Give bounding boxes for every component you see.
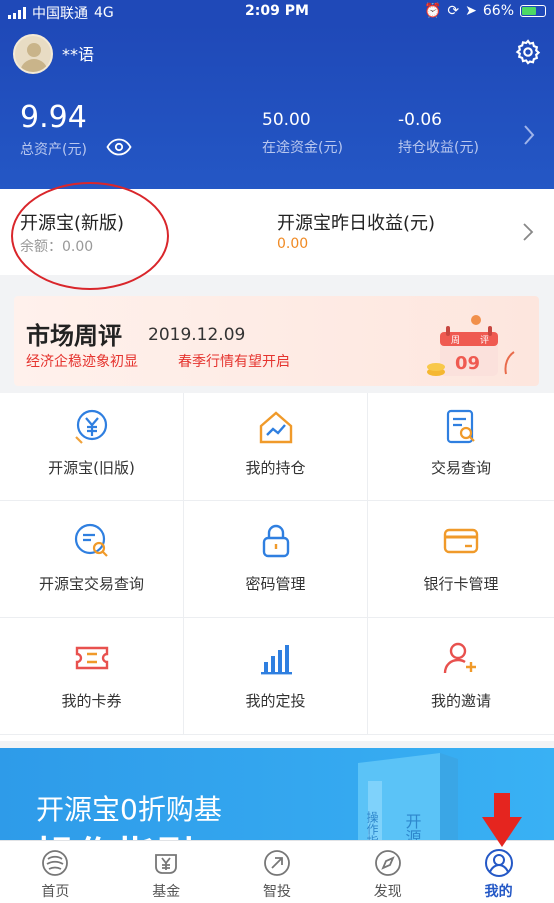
- grid-item-password-management[interactable]: 密码管理: [184, 501, 368, 618]
- grid-item-my-fixed-investment[interactable]: 我的定投: [184, 618, 368, 735]
- fund-icon: [155, 854, 178, 874]
- grid-item-label: 开源宝(旧版): [48, 459, 135, 477]
- calendar-left-text: 周: [451, 335, 460, 346]
- grid-item-label: 密码管理: [245, 575, 306, 593]
- grid-item-kaiyuanbao-old[interactable]: 开源宝(旧版): [0, 393, 184, 501]
- user-icon: [484, 849, 513, 877]
- tab-mine[interactable]: 我的: [443, 841, 554, 903]
- tab-label: 基金: [152, 884, 181, 900]
- account-header: **语 9.94 总资产(元) 50.00 在途资金(元) -0.06 持仓收益…: [0, 24, 554, 189]
- gear-icon[interactable]: [514, 38, 542, 66]
- username[interactable]: **语: [62, 41, 94, 65]
- status-bar: 中国联通 4G 2:09 PM ⏰ ⟳ ➤ 66%: [0, 0, 554, 24]
- tab-smart-invest[interactable]: 智投: [222, 841, 333, 903]
- chevron-right-icon[interactable]: [522, 222, 534, 242]
- yen-shield-icon: [74, 409, 107, 444]
- yesterday-income-value: 0.00: [277, 236, 309, 252]
- eye-icon[interactable]: [106, 137, 132, 157]
- kaiyuanbao-card[interactable]: 开源宝(新版) 余额：0.00 开源宝昨日收益(元) 0.00: [0, 189, 554, 275]
- chevron-right-icon[interactable]: [522, 124, 536, 146]
- grid-item-label: 我的持仓: [245, 459, 306, 477]
- location-icon: ➤: [465, 3, 477, 19]
- grid-item-label: 我的邀请: [430, 692, 491, 710]
- calendar-illustration-icon: 周 评 09: [427, 315, 515, 376]
- tab-label: 智投: [262, 884, 291, 900]
- grid-item-label: 开源宝交易查询: [38, 575, 144, 593]
- banner-subtitle-1: 经济企稳迹象初显: [26, 354, 138, 370]
- grid-item-label: 我的定投: [245, 692, 306, 710]
- kaiyuanbao-title: 开源宝(新版): [20, 213, 125, 234]
- house-chart-icon: [259, 411, 292, 444]
- grid-item-my-invitations[interactable]: 我的邀请: [368, 618, 554, 735]
- promo-banner[interactable]: 开源宝0折购基 操作指引 操作指 开源: [0, 748, 554, 848]
- circle-search-icon: [74, 523, 108, 557]
- tab-label: 我的: [484, 884, 513, 900]
- tab-discover[interactable]: 发现: [332, 841, 443, 903]
- calendar-right-text: 评: [480, 335, 489, 346]
- battery-icon: [520, 5, 546, 17]
- battery-percent: 66%: [482, 3, 514, 19]
- compass-icon: [374, 850, 401, 876]
- tab-fund[interactable]: 基金: [111, 841, 222, 903]
- lock-rotation-icon: ⟳: [447, 3, 460, 19]
- smart-invest-icon: [264, 850, 290, 876]
- grid-item-trade-query[interactable]: 交易查询: [368, 393, 554, 501]
- calendar-day-text: 09: [455, 353, 480, 374]
- lock-icon: [262, 524, 289, 558]
- doc-search-icon: [446, 409, 475, 444]
- alarm-icon: ⏰: [423, 3, 442, 19]
- total-assets-value: 9.94: [20, 100, 87, 135]
- total-assets-label: 总资产(元): [20, 142, 87, 158]
- grid-item-label: 交易查询: [430, 459, 491, 477]
- grid-item-label: 银行卡管理: [423, 575, 499, 593]
- person-plus-icon: [443, 642, 476, 674]
- kaiyuanbao-balance: 余额：0.00: [20, 239, 94, 255]
- in-transit-label: 在途资金(元): [262, 140, 343, 156]
- tab-label: 发现: [373, 884, 402, 900]
- grid-item-bank-card-management[interactable]: 银行卡管理: [368, 501, 554, 618]
- home-logo-icon: [42, 850, 69, 876]
- tab-label: 首页: [41, 884, 70, 900]
- in-transit-value: 50.00: [262, 110, 311, 130]
- grid-item-label: 我的卡券: [61, 692, 122, 710]
- bar-chart-icon: [260, 645, 292, 675]
- holding-income-label: 持仓收益(元): [398, 140, 479, 156]
- grid-item-my-holdings[interactable]: 我的持仓: [184, 393, 368, 501]
- yesterday-income-title: 开源宝昨日收益(元): [277, 213, 436, 234]
- bottom-tab-bar: 首页 基金 智投 发现 我的: [0, 840, 554, 903]
- grid-item-my-coupons[interactable]: 我的卡券: [0, 618, 184, 735]
- ticket-icon: [75, 646, 108, 670]
- banner-subtitle-2: 春季行情有望开启: [178, 354, 290, 370]
- book-illustration-icon: 操作指 开源: [358, 753, 458, 848]
- holding-income-value: -0.06: [398, 110, 442, 130]
- avatar[interactable]: [13, 34, 53, 74]
- banner-title: 市场周评: [26, 322, 122, 350]
- tab-home[interactable]: 首页: [0, 841, 111, 903]
- grid-item-kaiyuanbao-trade-query[interactable]: 开源宝交易查询: [0, 501, 184, 618]
- feature-grid: 开源宝(旧版) 我的持仓 交易查询 开源宝交易查询 密码管理 银行卡管理 我的卡…: [0, 393, 554, 741]
- banner-date: 2019.12.09: [148, 325, 246, 345]
- promo-line-1: 开源宝0折购基: [36, 793, 222, 826]
- market-review-banner[interactable]: 市场周评 2019.12.09 经济企稳迹象初显 春季行情有望开启 周 评 09: [14, 296, 539, 386]
- card-icon: [443, 528, 479, 554]
